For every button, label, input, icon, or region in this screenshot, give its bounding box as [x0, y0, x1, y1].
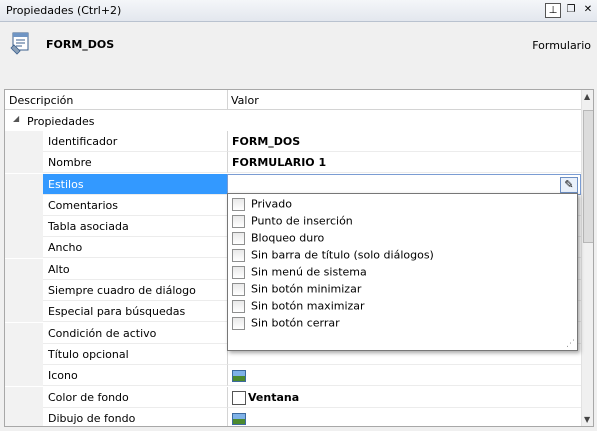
style-option-punto-insercion[interactable]: Punto de inserción [232, 214, 353, 231]
style-option-sin-boton-maximizar[interactable]: Sin botón maximizar [232, 299, 365, 316]
group-propiedades[interactable]: ◢ Propiedades [5, 110, 581, 131]
form-icon [10, 32, 29, 55]
property-name: Condición de activo [43, 323, 227, 344]
style-option-sin-menu-sistema[interactable]: Sin menú de sistema [232, 265, 367, 282]
property-name: Dibujo de fondo [43, 408, 227, 426]
property-name: Especial para búsquedas [43, 301, 227, 323]
checkbox[interactable] [232, 265, 245, 279]
property-value[interactable] [227, 407, 581, 426]
styles-dropdown: Privado Punto de inserción Bloqueo duro … [227, 193, 578, 351]
property-name: Comentarios [43, 195, 227, 216]
property-name: Alto [43, 259, 227, 280]
image-icon [232, 412, 246, 425]
property-row-estilos[interactable]: Estilos ✎ [5, 173, 581, 195]
object-name: FORM_DOS [46, 38, 115, 51]
property-row-nombre[interactable]: Nombre FORMULARIO 1 [5, 152, 581, 174]
color-swatch [232, 390, 246, 405]
scroll-up-icon[interactable]: ▲ [584, 92, 590, 101]
property-name: Siempre cuadro de diálogo [43, 280, 227, 302]
property-name: Nombre [43, 152, 227, 174]
panel-titlebar: Propiedades (Ctrl+2) ⊥ ❐ ✕ [0, 0, 597, 22]
restore-icon[interactable]: ❐ [563, 3, 579, 18]
property-value-editor[interactable]: ✎ [227, 173, 581, 195]
checkbox[interactable] [232, 248, 245, 262]
column-separator[interactable] [227, 90, 228, 110]
panel-title: Propiedades (Ctrl+2) [6, 4, 122, 17]
resize-grip-icon[interactable]: ⋰ [566, 339, 575, 349]
property-name: Estilos [43, 173, 227, 195]
checkbox[interactable] [232, 299, 245, 313]
property-row-dibujo-fondo[interactable]: Dibujo de fondo [5, 407, 581, 426]
property-value[interactable]: FORM_DOS [227, 131, 581, 152]
close-icon[interactable]: ✕ [580, 3, 596, 18]
property-name: Color de fondo [43, 387, 227, 408]
checkbox[interactable] [232, 197, 245, 211]
property-row-color-fondo[interactable]: Color de fondo Ventana [5, 386, 581, 408]
column-description[interactable]: Descripción [9, 94, 73, 107]
property-value[interactable]: Ventana [227, 386, 581, 408]
collapse-triangle-icon[interactable]: ◢ [13, 114, 19, 123]
object-type: Formulario [532, 39, 591, 52]
style-option-sin-barra-titulo[interactable]: Sin barra de título (solo diálogos) [232, 248, 434, 265]
color-value: Ventana [248, 390, 300, 404]
property-name: Título opcional [43, 344, 227, 365]
group-label: Propiedades [27, 115, 95, 128]
style-option-privado[interactable]: Privado [232, 197, 292, 214]
property-name: Identificador [43, 131, 227, 152]
property-name: Icono [43, 365, 227, 387]
checkbox[interactable] [232, 214, 245, 228]
style-option-sin-boton-minimizar[interactable]: Sin botón minimizar [232, 282, 361, 299]
column-value[interactable]: Valor [231, 94, 259, 107]
pin-icon[interactable]: ⊥ [545, 3, 561, 18]
scroll-down-icon[interactable]: ▼ [584, 415, 590, 424]
style-option-bloqueo-duro[interactable]: Bloqueo duro [232, 231, 324, 248]
object-header: FORM_DOS Formulario [0, 22, 597, 84]
property-name: Ancho [43, 237, 227, 259]
checkbox[interactable] [232, 282, 245, 296]
grid-header: Descripción Valor [5, 90, 581, 110]
style-option-sin-boton-cerrar[interactable]: Sin botón cerrar [232, 316, 340, 333]
checkbox[interactable] [232, 231, 245, 245]
vertical-scrollbar[interactable]: ▲ ▼ [581, 90, 593, 426]
edit-icon[interactable]: ✎ [560, 176, 578, 193]
property-name: Tabla asociada [43, 216, 227, 238]
checkbox[interactable] [232, 316, 245, 330]
property-value[interactable] [227, 365, 581, 387]
scroll-thumb[interactable] [583, 110, 593, 243]
property-value[interactable]: FORMULARIO 1 [227, 152, 581, 174]
image-icon [232, 370, 246, 383]
property-row-identificador[interactable]: Identificador FORM_DOS [5, 131, 581, 152]
property-row-icono[interactable]: Icono [5, 365, 581, 387]
